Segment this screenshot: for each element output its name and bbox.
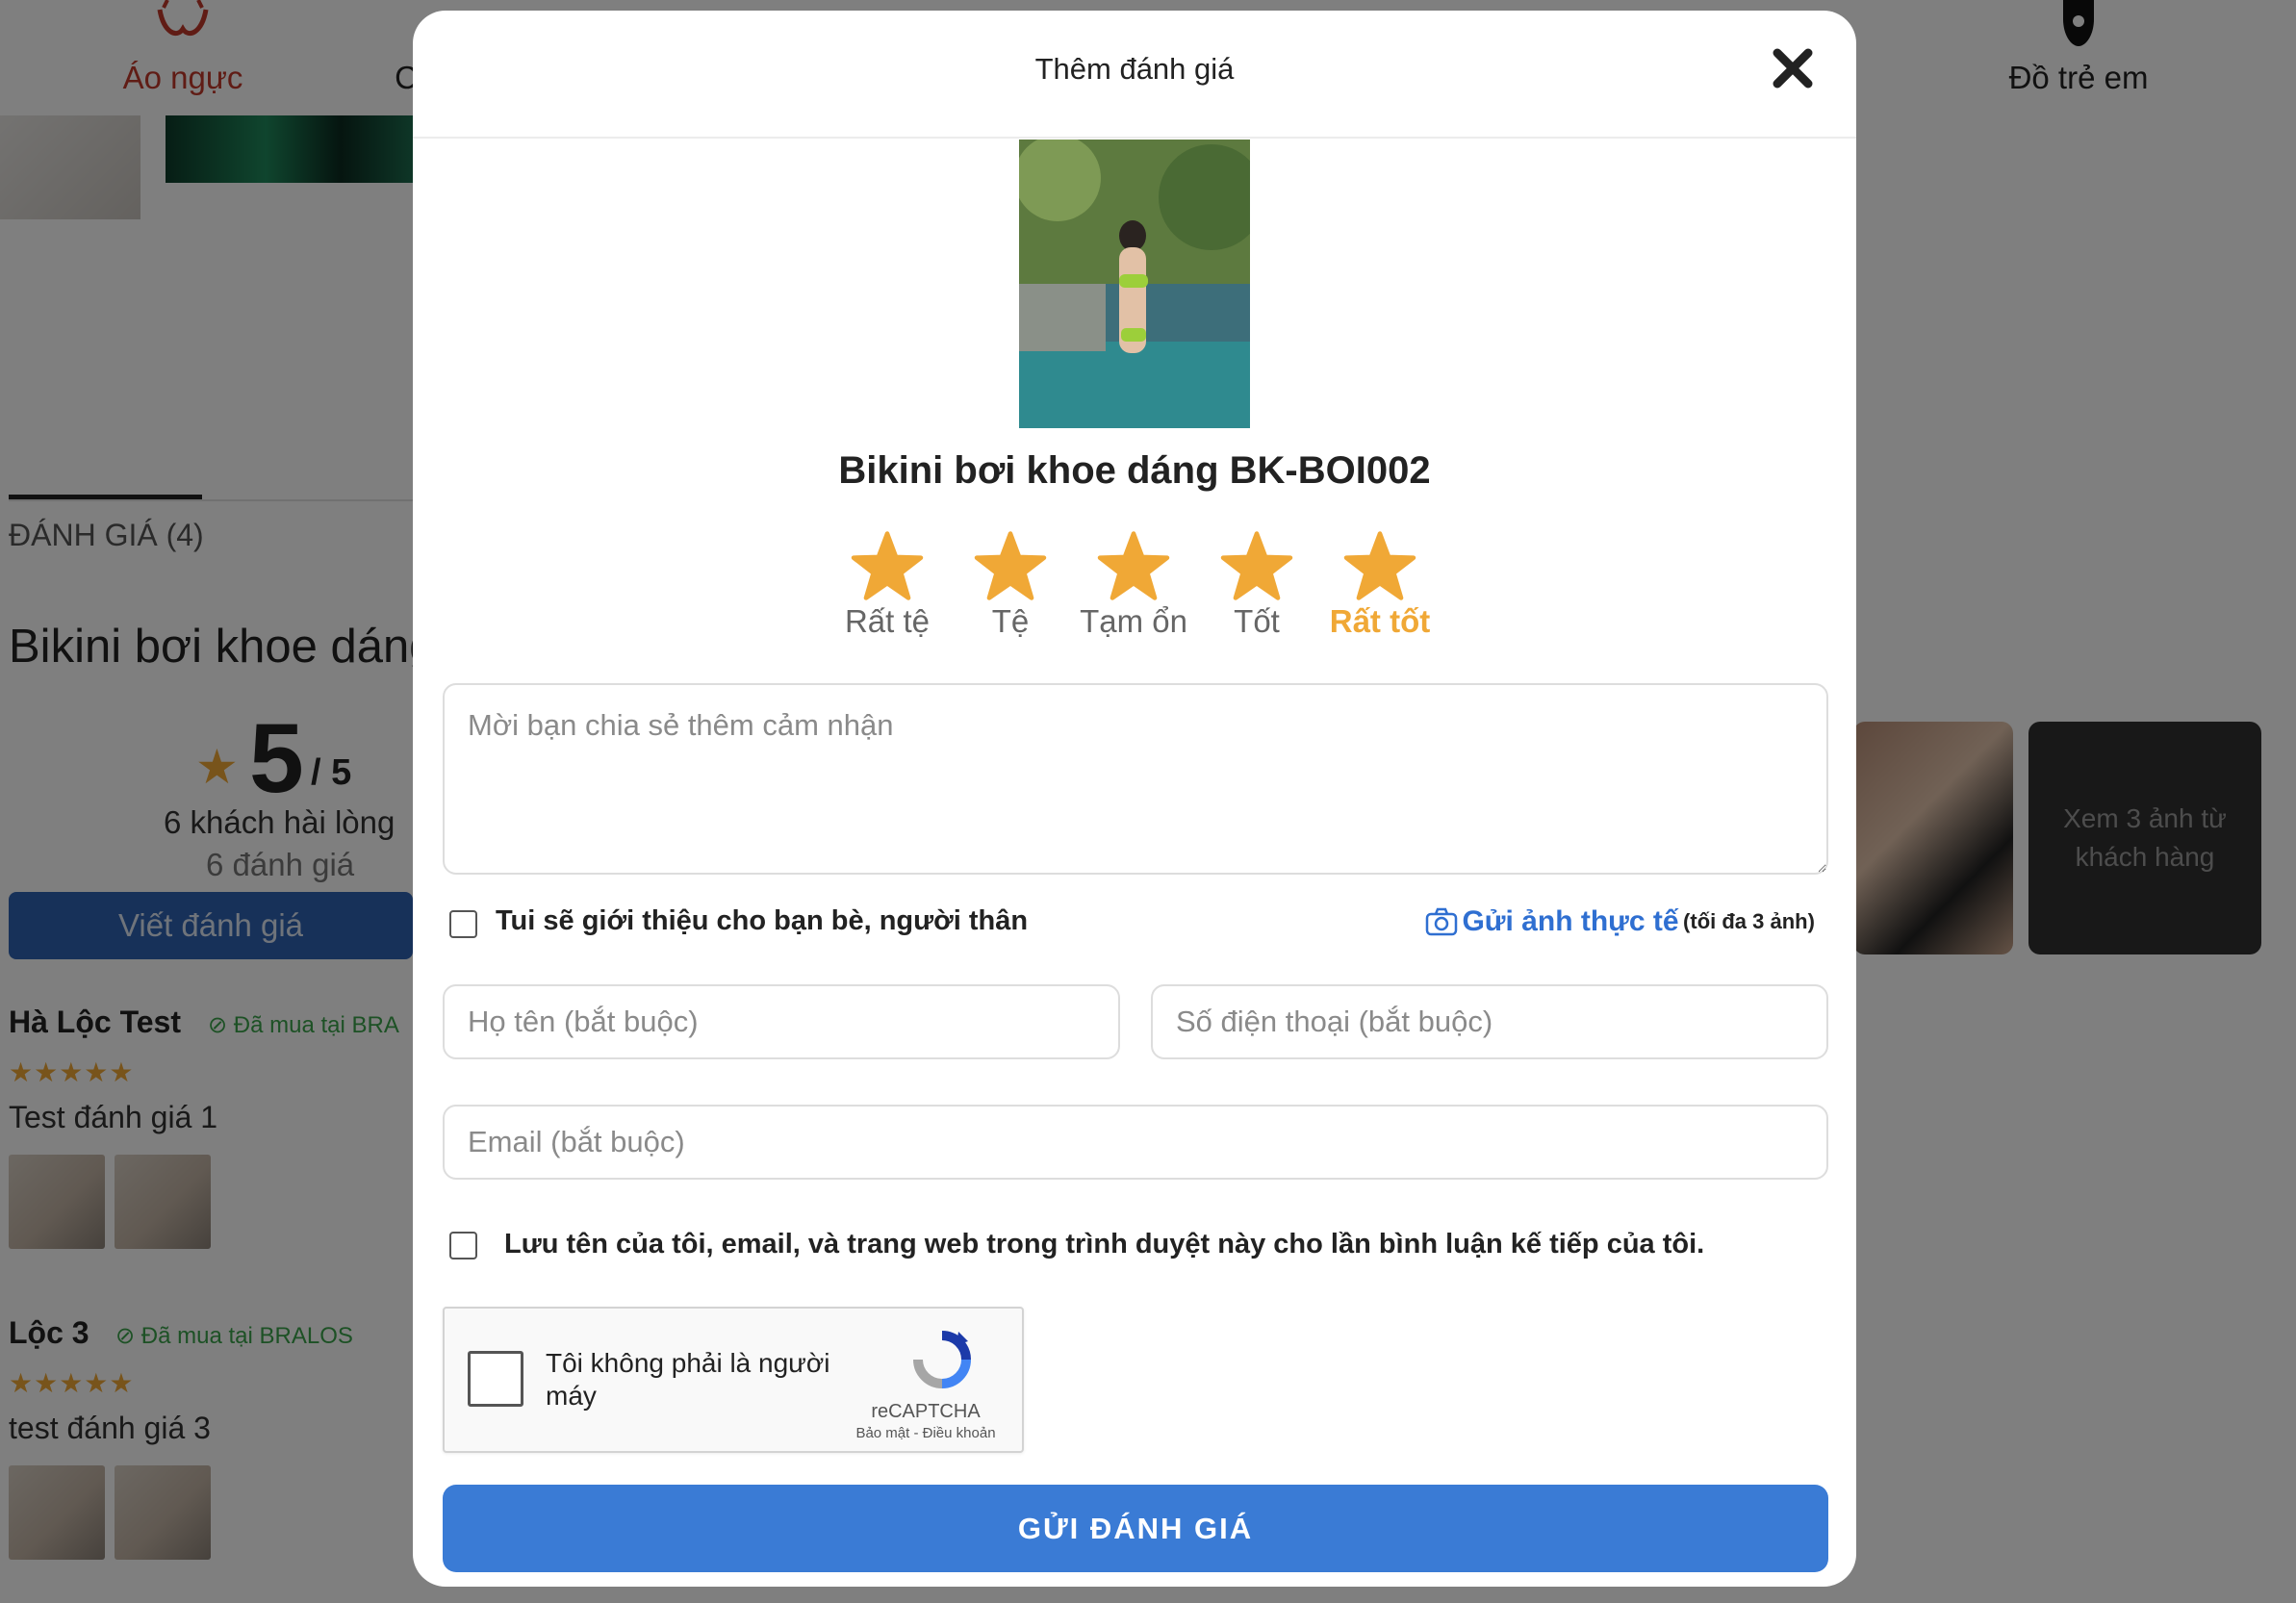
rating-option-5[interactable]: Rất tốt xyxy=(1318,530,1441,640)
add-review-modal: Thêm đánh giá Bikini bơi khoe dáng BK-BO… xyxy=(413,11,1856,1587)
modal-header: Thêm đánh giá xyxy=(413,11,1856,139)
camera-icon xyxy=(1425,907,1458,936)
email-field[interactable] xyxy=(443,1105,1828,1180)
star-icon xyxy=(974,531,1047,600)
recaptcha-text: Tôi không phải là người máy xyxy=(546,1348,830,1411)
rating-option-4[interactable]: Tốt xyxy=(1195,530,1318,640)
recaptcha-icon xyxy=(913,1331,971,1388)
star-icon xyxy=(851,531,924,600)
save-info-checkbox[interactable] xyxy=(449,1232,477,1260)
rating-option-1[interactable]: Rất tệ xyxy=(826,530,949,640)
phone-field[interactable] xyxy=(1151,984,1828,1059)
save-info-label: Lưu tên của tôi, email, và trang web tro… xyxy=(504,1229,1705,1260)
close-icon[interactable] xyxy=(1770,45,1816,91)
star-icon xyxy=(1343,531,1416,600)
review-comment-input[interactable] xyxy=(443,683,1828,875)
upload-photos-link[interactable]: Gửi ảnh thực tế (tối đa 3 ảnh) xyxy=(1425,905,1815,938)
product-image xyxy=(1019,140,1250,428)
recaptcha-brand: reCAPTCHA xyxy=(871,1401,981,1422)
recaptcha-privacy-terms[interactable]: Bảo mật - Điều khoản xyxy=(834,1425,1017,1441)
submit-review-button[interactable]: GỬI ĐÁNH GIÁ xyxy=(443,1485,1828,1572)
star-icon xyxy=(1220,531,1293,600)
product-name: Bikini bơi khoe dáng BK-BOI002 xyxy=(838,449,1431,492)
rating-option-2[interactable]: Tệ xyxy=(949,530,1072,640)
recaptcha-checkbox[interactable] xyxy=(468,1351,523,1407)
recommend-checkbox[interactable] xyxy=(449,910,477,938)
recommend-label: Tui sẽ giới thiệu cho bạn bè, người thân xyxy=(496,905,1029,936)
name-field[interactable] xyxy=(443,984,1120,1059)
modal-title: Thêm đánh giá xyxy=(1034,52,1235,86)
recaptcha-widget: Tôi không phải là người máy reCAPTCHA Bả… xyxy=(443,1307,1024,1453)
rating-option-3[interactable]: Tạm ổn xyxy=(1072,530,1195,640)
star-icon xyxy=(1097,531,1170,600)
